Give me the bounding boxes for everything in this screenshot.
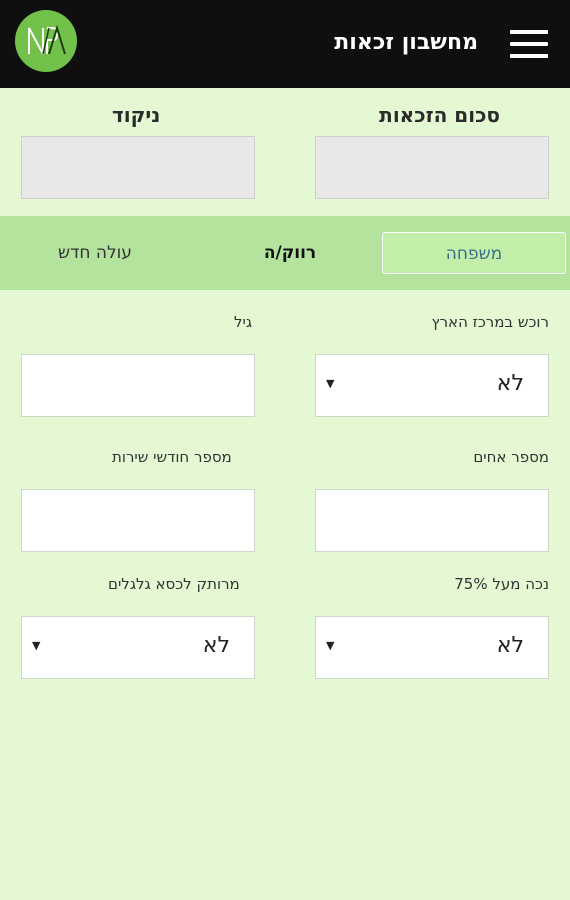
logo[interactable] [15, 10, 77, 72]
menu-line [510, 30, 548, 34]
score-label: ניקוד [112, 103, 161, 127]
siblings-input[interactable] [315, 489, 549, 552]
age-input[interactable] [21, 354, 255, 417]
siblings-label: מספר אחים [473, 448, 549, 466]
dropdown-arrow-icon: ▼ [326, 377, 335, 390]
wheelchair-label: מרותק לכסא גלגלים [108, 575, 240, 593]
total-eligibility-label: סכום הזכאות [379, 103, 500, 127]
tab-family[interactable]: משפחה [382, 232, 566, 274]
service-months-label: מספר חודשי שירות [112, 448, 232, 466]
logo-mark-icon [28, 24, 66, 55]
hamburger-menu-icon[interactable] [510, 28, 552, 62]
center-owner-select[interactable]: לא ▼ [315, 354, 549, 417]
wheelchair-value: לא [202, 633, 230, 658]
disability-select[interactable]: לא ▼ [315, 616, 549, 679]
disability-value: לא [496, 633, 524, 658]
dropdown-arrow-icon: ▼ [32, 639, 41, 652]
service-months-input[interactable] [21, 489, 255, 552]
tab-single[interactable]: רווק/ה [215, 232, 365, 274]
disability-label: נכה מעל 75% [454, 575, 549, 593]
dropdown-arrow-icon: ▼ [326, 639, 335, 652]
app-title: מחשבון זכאות [334, 30, 478, 55]
menu-line [510, 42, 548, 46]
menu-line [510, 54, 548, 58]
wheelchair-select[interactable]: לא ▼ [21, 616, 255, 679]
age-label: גיל [234, 313, 253, 331]
tab-bar: משפחה רווק/ה עולה חדש [0, 216, 570, 290]
center-owner-label: רוכש במרכז הארץ [431, 313, 550, 331]
tab-new-immigrant[interactable]: עולה חדש [20, 232, 170, 274]
total-eligibility-output [315, 136, 549, 199]
score-output [21, 136, 255, 199]
top-bar: מחשבון זכאות [0, 0, 570, 88]
center-owner-value: לא [496, 371, 524, 396]
